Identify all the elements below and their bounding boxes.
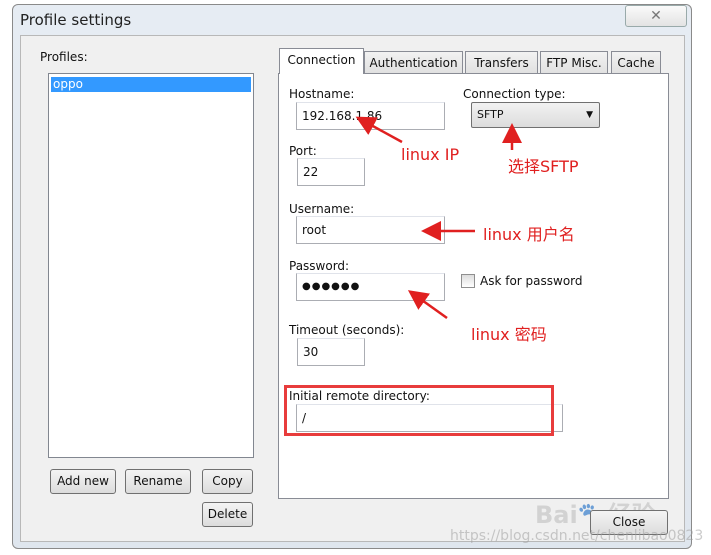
annotation-username: linux 用户名 bbox=[483, 225, 575, 244]
tab-connection[interactable]: Connection bbox=[279, 48, 364, 74]
annotation-sftp: 选择SFTP bbox=[508, 157, 579, 176]
annotation-password: linux 密码 bbox=[471, 325, 547, 344]
annotation-ip: linux IP bbox=[401, 145, 460, 164]
arrow-ip bbox=[355, 116, 403, 144]
annotation-arrows bbox=[355, 116, 522, 320]
arrow-pass bbox=[407, 290, 448, 320]
